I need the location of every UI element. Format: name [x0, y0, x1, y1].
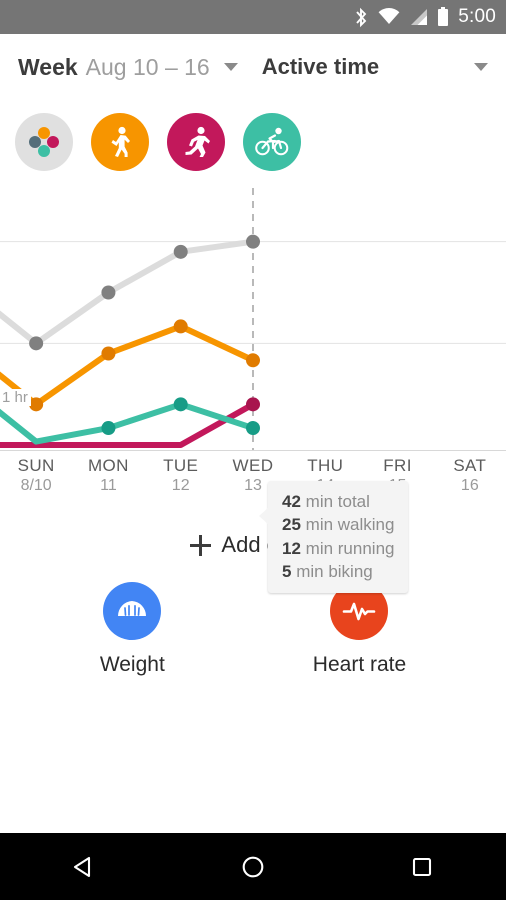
chevron-down-icon: [223, 62, 238, 71]
tooltip-label: min biking: [296, 561, 373, 581]
x-tick-day: WED: [232, 456, 274, 475]
tooltip-value: 42: [282, 492, 301, 511]
x-tick-mon: MON 11: [72, 451, 144, 498]
chip-walking[interactable]: [91, 113, 149, 171]
x-tick-day: MON: [87, 456, 129, 475]
cell-signal-icon: [411, 9, 428, 25]
four-dots-icon: [29, 127, 59, 157]
activity-chart[interactable]: 1 hr 42 min total 25 min walking 12 min …: [0, 188, 506, 594]
chart-line-biking: [0, 401, 256, 445]
chart-point-total: [101, 285, 116, 300]
tooltip-row: 25 min walking: [282, 513, 394, 536]
chart-point-running: [246, 397, 260, 412]
x-tick-day: THU: [307, 456, 344, 475]
x-tick-sun: SUN 8/10: [0, 451, 72, 498]
tooltip-row: 42 min total: [282, 490, 394, 513]
x-tick-day: FRI: [383, 456, 412, 475]
chart-point-walking: [246, 353, 260, 368]
chart-line-total: [0, 238, 256, 347]
x-tick-date: 12: [171, 477, 190, 494]
tooltip-value: 5: [282, 561, 292, 581]
chart-point-total: [29, 336, 44, 351]
android-nav-bar: [0, 833, 506, 900]
activity-filter-chips: [0, 100, 506, 180]
chart-x-axis: SUN 8/10 MON 11 TUE 12 WED 13 THU 14 FRI…: [0, 450, 506, 498]
x-tick-day: SUN: [17, 456, 55, 475]
tooltip-arrow-icon: [259, 507, 269, 525]
y-axis-label-1hr: 1 hr: [2, 389, 31, 406]
battery-icon: [438, 7, 449, 26]
tooltip-row: 5 min biking: [282, 560, 394, 583]
biking-icon: [255, 127, 289, 156]
nav-back-button[interactable]: [44, 833, 124, 900]
x-tick-date: 16: [460, 477, 479, 494]
status-bar-icons: [353, 7, 449, 28]
suggestion-label: Weight: [99, 653, 165, 676]
wifi-icon: [378, 8, 400, 24]
x-tick-day: TUE: [163, 456, 199, 475]
metric-selector[interactable]: Active time: [262, 54, 488, 80]
suggestion-label: Heart rate: [312, 653, 407, 676]
add-chart-button[interactable]: Add chart: [0, 532, 506, 558]
chevron-down-icon: [474, 63, 488, 71]
chart-point-total: [246, 234, 260, 249]
chart-canvas: [0, 188, 506, 450]
chart-point-walking: [173, 319, 188, 334]
chart-point-total: [173, 244, 188, 259]
tooltip-label: min total: [305, 492, 370, 511]
header: Week Aug 10 – 16 Active time: [0, 34, 506, 100]
back-triangle-icon: [74, 856, 91, 877]
chip-all-activities[interactable]: [15, 113, 73, 171]
range-period-label: Week: [18, 53, 78, 80]
scale-icon: [118, 601, 147, 616]
status-bar: 5:00: [0, 0, 506, 34]
chip-running[interactable]: [167, 113, 225, 171]
running-icon: [185, 126, 210, 157]
plus-icon: [190, 534, 212, 556]
x-tick-sat: SAT 16: [434, 451, 506, 498]
bluetooth-icon: [356, 7, 367, 27]
heart-pulse-icon: [343, 602, 376, 621]
chart-suggestions: Weight Heart rate: [0, 582, 506, 677]
date-range-selector[interactable]: Week Aug 10 – 16: [18, 54, 238, 81]
chart-point-walking: [101, 346, 116, 361]
metric-label: Active time: [261, 54, 380, 79]
tooltip-value: 25: [282, 515, 301, 535]
recents-square-icon: [412, 857, 431, 876]
walking-icon: [111, 126, 130, 157]
weight-icon-circle: [103, 582, 162, 640]
suggestion-heart-rate[interactable]: Heart rate: [313, 582, 406, 677]
chart-point-biking: [246, 421, 260, 436]
nav-recents-button[interactable]: [382, 833, 462, 900]
chart-point-walking: [29, 397, 44, 412]
tooltip-label: min running: [305, 538, 395, 558]
status-bar-clock: 5:00: [458, 6, 496, 27]
chart-tooltip: 42 min total 25 min walking 12 min runni…: [259, 481, 409, 594]
home-circle-icon: [242, 856, 264, 877]
x-tick-tue: TUE 12: [145, 451, 217, 498]
chart-point-biking: [101, 421, 116, 436]
chart-point-biking: [173, 397, 188, 412]
chip-biking[interactable]: [243, 113, 301, 171]
range-dates-label: Aug 10 – 16: [85, 53, 210, 80]
tooltip-value: 12: [282, 538, 301, 558]
nav-home-button[interactable]: [213, 833, 293, 900]
suggestion-weight[interactable]: Weight: [100, 582, 165, 677]
tooltip-label: min walking: [305, 515, 395, 535]
x-tick-date: 11: [100, 477, 117, 494]
x-tick-day: SAT: [453, 456, 487, 475]
tooltip-row: 12 min running: [282, 537, 394, 560]
x-tick-date: 8/10: [20, 477, 52, 494]
